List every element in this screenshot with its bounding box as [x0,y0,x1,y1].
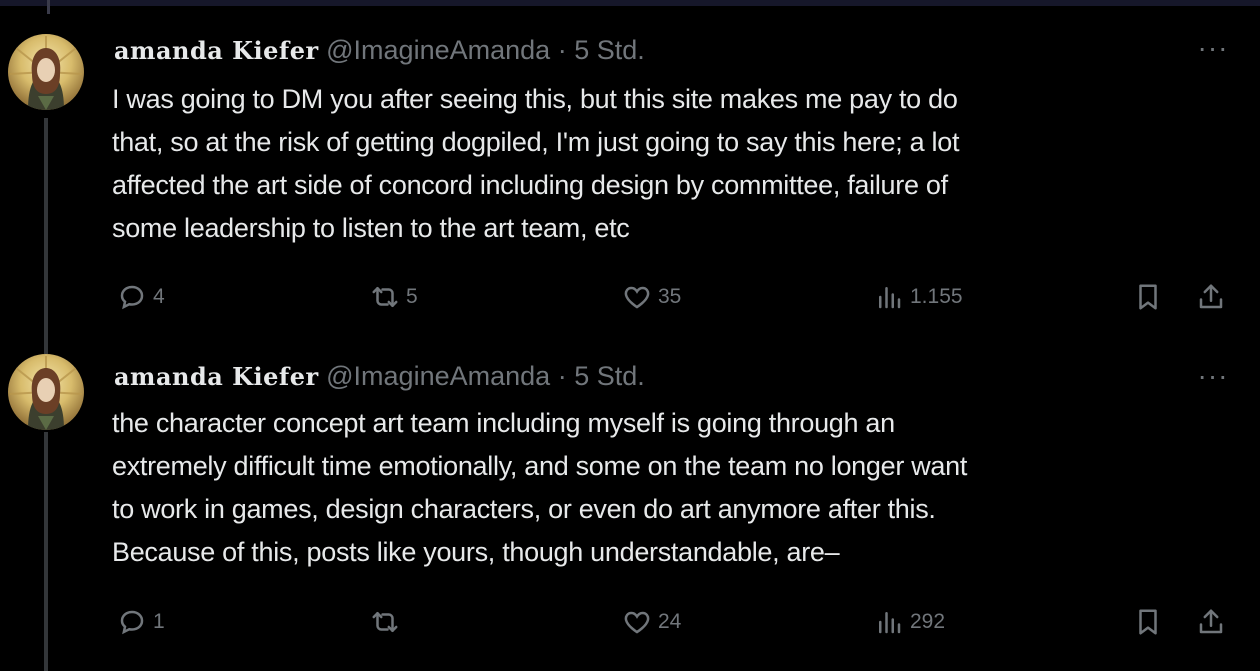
tweet-text-line: some leadership to listen to the art tea… [112,213,630,243]
tweet-text-line: extremely difficult time emotionally, an… [112,451,968,481]
action-bar: 4 5 35 1.155 [0,280,1260,314]
repost-arrows-icon [370,282,400,312]
like-count: 35 [658,285,682,308]
share-button[interactable] [1196,280,1226,314]
tweet[interactable]: amanda Kiefer @ImagineAmanda · 5 Std. ··… [0,340,1260,671]
tweet-text-line: affected the art side of concord includi… [112,170,948,200]
bookmark-button[interactable] [1133,280,1163,314]
tweet-text-line: that, so at the risk of getting dogpiled… [112,127,960,157]
more-options-icon[interactable]: ··· [1196,34,1230,62]
share-upload-icon [1196,607,1226,637]
reply-count: 4 [153,285,165,308]
views-button[interactable]: 292 [874,605,945,639]
tweet-header: amanda Kiefer @ImagineAmanda · 5 Std. [114,33,645,67]
display-name[interactable]: amanda Kiefer [114,36,319,65]
bar-chart-icon [874,607,904,637]
handle[interactable]: @ImagineAmanda [326,361,550,391]
handle[interactable]: @ImagineAmanda [326,35,550,65]
tweet-text-line: to work in games, design characters, or … [112,494,936,524]
timestamp[interactable]: 5 Std. [574,35,645,65]
view-count: 292 [910,610,946,633]
speech-bubble-icon [117,607,147,637]
reply-count: 1 [153,610,165,633]
tweet-text-line: I was going to DM you after seeing this,… [112,84,958,114]
repost-button[interactable] [370,605,406,639]
bookmark-icon [1133,607,1163,637]
display-name[interactable]: amanda Kiefer [114,362,319,391]
avatar[interactable] [8,354,84,430]
heart-icon [622,607,652,637]
repost-count: 5 [406,285,418,308]
reply-button[interactable]: 4 [117,280,165,314]
separator: · [557,361,567,391]
tweet-text: the character concept art team including… [112,402,1232,574]
repost-arrows-icon [370,607,400,637]
views-button[interactable]: 1.155 [874,280,963,314]
view-count: 1.155 [910,285,963,308]
tweet-text: I was going to DM you after seeing this,… [112,78,1232,250]
timestamp[interactable]: 5 Std. [574,361,645,391]
tweet-text-line: Because of this, posts like yours, thoug… [112,537,840,567]
action-bar: 1 24 292 [0,605,1260,639]
repost-button[interactable]: 5 [370,280,418,314]
tweet-header: amanda Kiefer @ImagineAmanda · 5 Std. [114,359,645,393]
bookmark-button[interactable] [1133,605,1163,639]
like-button[interactable]: 35 [622,280,681,314]
like-count: 24 [658,610,682,633]
separator: · [557,35,567,65]
more-options-icon[interactable]: ··· [1196,362,1230,390]
tweet-text-line: the character concept art team including… [112,408,895,438]
bar-chart-icon [874,282,904,312]
tweet[interactable]: amanda Kiefer @ImagineAmanda · 5 Std. ··… [0,0,1260,340]
heart-icon [622,282,652,312]
avatar[interactable] [8,34,84,110]
reply-button[interactable]: 1 [117,605,165,639]
share-button[interactable] [1196,605,1226,639]
share-upload-icon [1196,282,1226,312]
like-button[interactable]: 24 [622,605,681,639]
speech-bubble-icon [117,282,147,312]
bookmark-icon [1133,282,1163,312]
